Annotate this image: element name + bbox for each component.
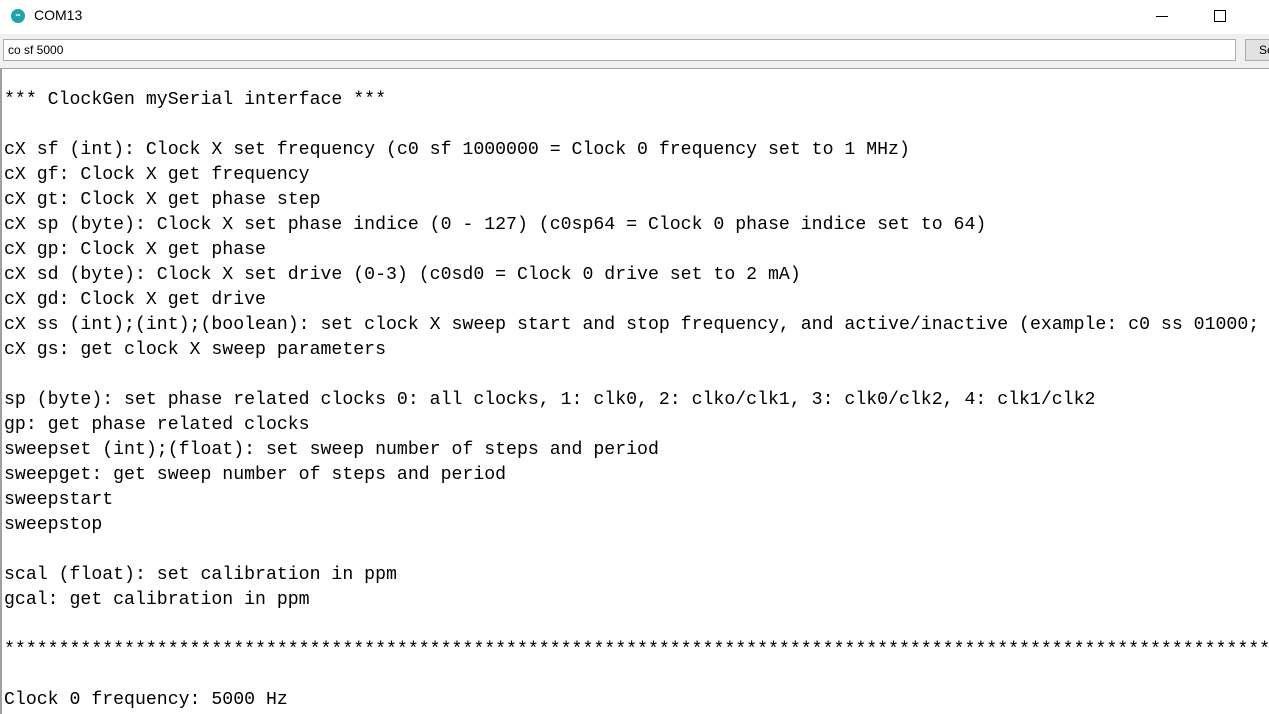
output-line: cX sp (byte): Clock X set phase indice (… <box>4 215 987 235</box>
maximize-button[interactable] <box>1197 0 1243 32</box>
output-line: cX gs: get clock X sweep parameters <box>4 340 386 360</box>
maximize-icon <box>1214 10 1226 22</box>
input-toolbar: Send <box>0 34 1269 69</box>
output-line: sweepstart <box>4 490 114 510</box>
output-line: sweepstop <box>4 515 103 535</box>
output-line: *** ClockGen mySerial interface *** <box>4 90 386 110</box>
title-bar: ∞ COM13 <box>0 0 1269 34</box>
serial-output[interactable]: *** ClockGen mySerial interface *** cX sf… <box>0 69 1269 714</box>
output-line: sp (byte): set phase related clocks 0: a… <box>4 390 1096 410</box>
output-line: cX gt: Clock X get phase step <box>4 190 321 210</box>
minimize-button[interactable] <box>1139 0 1185 32</box>
window-title: COM13 <box>34 7 83 23</box>
output-line: cX gp: Clock X get phase <box>4 240 266 260</box>
output-lines: *** ClockGen mySerial interface *** cX sf… <box>4 69 1269 713</box>
serial-command-input[interactable] <box>3 39 1236 61</box>
output-line: cX sf (int): Clock X set frequency (c0 s… <box>4 140 910 160</box>
output-line: gp: get phase related clocks <box>4 415 310 435</box>
output-line: cX gd: Clock X get drive <box>4 290 266 310</box>
minimize-icon <box>1156 15 1168 17</box>
output-line: Clock 0 frequency: 5000 Hz <box>4 690 288 710</box>
output-line: ****************************************… <box>4 640 1269 660</box>
output-line: sweepset (int);(float): set sweep number… <box>4 440 659 460</box>
output-line: cX sd (byte): Clock X set drive (0-3) (c… <box>4 265 801 285</box>
output-line: gcal: get calibration in ppm <box>4 590 310 610</box>
send-button[interactable]: Send <box>1245 39 1269 61</box>
arduino-icon: ∞ <box>11 9 25 23</box>
output-line: cX gf: Clock X get frequency <box>4 165 310 185</box>
output-line: sweepget: get sweep number of steps and … <box>4 465 507 485</box>
output-line: scal (float): set calibration in ppm <box>4 565 397 585</box>
output-line: cX ss (int);(int);(boolean): set clock X… <box>4 315 1260 335</box>
